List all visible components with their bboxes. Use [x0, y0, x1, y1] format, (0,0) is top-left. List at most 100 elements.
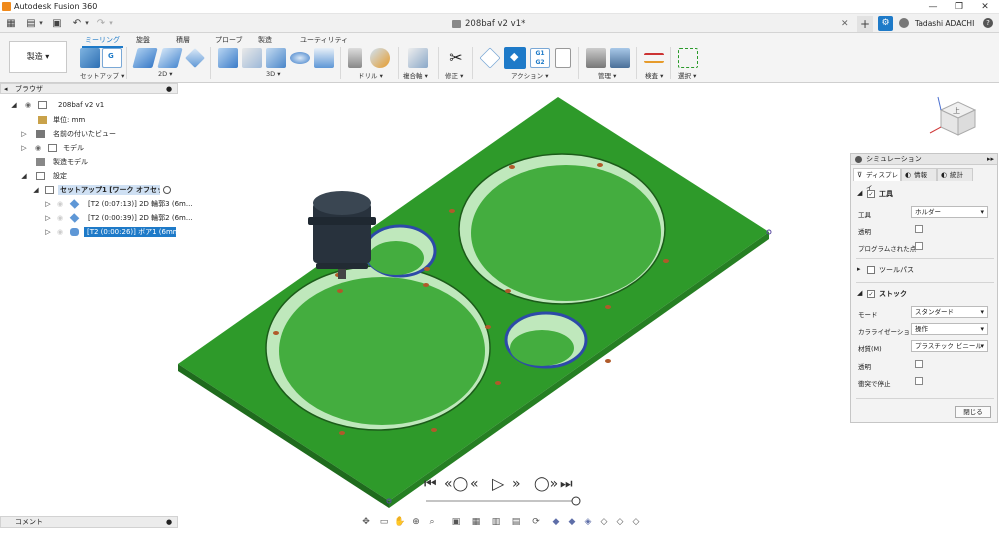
setup-folder-icon[interactable] [80, 48, 100, 68]
workspace-switcher-button[interactable]: 製造 ▾ [9, 41, 67, 73]
file-menu-chevron-icon[interactable]: ▾ [34, 17, 48, 30]
simulate-icon[interactable]: ◆ [504, 47, 526, 69]
pan-hand-icon[interactable]: ✋ [394, 516, 406, 528]
wireframe-cube-icon[interactable]: ◇ [598, 516, 610, 528]
tab-manufacture[interactable]: 製造 [258, 35, 272, 45]
programmed-points-checkbox[interactable] [915, 242, 923, 250]
restore-button[interactable]: ❐ [946, 0, 972, 14]
look-at-icon[interactable]: ▭ [378, 516, 390, 528]
expand-triangle-icon[interactable]: ▷ [44, 226, 52, 238]
drill-group-label[interactable]: ドリル ▾ [358, 70, 383, 80]
minimize-button[interactable]: — [920, 0, 946, 14]
close-window-button[interactable]: ✕ [972, 0, 998, 14]
comment-pin-icon[interactable]: ● [166, 517, 172, 528]
select-group-label[interactable]: 選択 ▾ [678, 70, 696, 80]
drill-icon[interactable] [348, 48, 362, 68]
tool-display-select[interactable]: ホルダー [911, 206, 988, 218]
section-cube-icon[interactable]: ◇ [614, 516, 626, 528]
document-tab[interactable]: 208baf v2 v1* [446, 16, 556, 32]
manage-group-label[interactable]: 管理 ▾ [598, 70, 616, 80]
tab-info[interactable]: ◐ 情報 [901, 168, 937, 181]
visibility-eye-icon[interactable]: ◉ [24, 99, 32, 111]
go-to-end-button[interactable]: ⏭ [560, 476, 573, 492]
step-back-button[interactable]: « [470, 476, 479, 492]
generate-icon[interactable] [479, 47, 501, 69]
tree-row-operation-bore1[interactable]: ▷ ◉ [T2 (0:00:26)] ボア1 (6mm Fl... [0, 226, 178, 238]
actions-group-label[interactable]: アクション ▾ [511, 70, 549, 80]
tab-probe[interactable]: プローブ [215, 35, 243, 45]
viewports-icon[interactable]: ▥ [490, 516, 502, 528]
tab-turning[interactable]: 旋盤 [136, 35, 150, 45]
save-icon[interactable]: ▣ [50, 17, 64, 30]
cube-outline-icon[interactable]: ◇ [630, 516, 642, 528]
visibility-eye-icon[interactable]: ◉ [56, 212, 64, 224]
grid-settings-icon[interactable]: ▦ [470, 516, 482, 528]
multi-axis-group-label[interactable]: 複合軸 ▾ [403, 70, 428, 80]
extensions-icon[interactable]: ⚙ [878, 16, 893, 31]
hidden-edges-cube-icon[interactable]: ◈ [582, 516, 594, 528]
nc-program-icon[interactable]: G [102, 48, 122, 68]
tab-display[interactable]: ⊽ ディスプレイ [853, 168, 901, 192]
tab-statistics[interactable]: ◐ 統計 [937, 168, 973, 181]
modify-group-label[interactable]: 修正 ▾ [445, 70, 463, 80]
toolpath-section-expand-icon[interactable]: ▸ [857, 265, 861, 273]
face-icon[interactable] [185, 48, 205, 68]
3d-radial-icon[interactable] [290, 52, 310, 64]
expand-triangle-icon[interactable]: ▷ [44, 212, 52, 224]
display-settings-icon[interactable]: ▣ [450, 516, 462, 528]
view-cube[interactable] [929, 96, 977, 136]
hole-recognition-icon[interactable] [370, 48, 390, 68]
tree-row-setups[interactable]: ◢ 設定 [0, 170, 178, 182]
close-document-tab-button[interactable]: ✕ [841, 16, 849, 32]
measure-icon[interactable] [644, 53, 664, 63]
3d-steep-shallow-icon[interactable] [266, 48, 286, 68]
go-to-start-button[interactable]: ⏮ [424, 476, 437, 492]
visibility-eye-icon[interactable]: ◉ [56, 198, 64, 210]
expand-triangle-icon[interactable]: ▷ [20, 142, 28, 154]
playback-timeline-handle[interactable] [571, 496, 581, 506]
fit-zoom-icon[interactable]: ⌕ [426, 516, 438, 528]
inspect-group-label[interactable]: 検査 ▾ [645, 70, 663, 80]
select-window-icon[interactable] [678, 48, 698, 68]
job-status-icon[interactable] [899, 18, 909, 28]
expand-triangle-icon[interactable]: ◢ [10, 99, 18, 111]
colorization-select[interactable]: 操作 [911, 323, 988, 335]
3d-pocket-icon[interactable] [242, 48, 262, 68]
2d-group-label[interactable]: 2D ▾ [158, 70, 172, 78]
user-account-name[interactable]: Tadashi ADACHI [915, 16, 974, 32]
setup-sheet-icon[interactable] [555, 48, 571, 68]
tab-utilities[interactable]: ユーティリティ [300, 35, 348, 45]
expand-triangle-icon[interactable]: ◢ [32, 184, 40, 196]
stock-transparent-checkbox[interactable] [915, 360, 923, 368]
multi-axis-icon[interactable] [408, 48, 428, 68]
tab-additive[interactable]: 積層 [176, 35, 190, 45]
mode-select[interactable]: スタンダード [911, 306, 988, 318]
activate-setup-icon[interactable] [163, 186, 171, 194]
collapse-browser-icon[interactable]: ◂ [4, 84, 8, 94]
step-back-op-button[interactable]: «◯ [444, 476, 468, 492]
2d-pocket-icon[interactable] [157, 48, 183, 68]
3d-contour-icon[interactable] [314, 48, 334, 68]
comment-bar[interactable]: コメント ● [0, 516, 178, 528]
shaded-edges-cube-icon[interactable]: ◆ [566, 516, 578, 528]
tool-section-checkbox[interactable]: ✓ [867, 190, 875, 198]
tree-row-manufacturing-model[interactable]: 製造モデル [0, 156, 178, 168]
visibility-eye-icon[interactable]: ◉ [34, 142, 42, 154]
undo-chevron-icon[interactable]: ▾ [80, 17, 94, 30]
post-process-icon[interactable]: G1 G2 [530, 48, 550, 68]
new-tab-button[interactable]: + [857, 16, 873, 32]
panel-expand-icon[interactable]: ▸▸ [987, 154, 994, 165]
refresh-icon[interactable]: ⟳ [530, 516, 542, 528]
tree-row-named-views[interactable]: ▷ 名前の付いたビュー [0, 128, 178, 140]
close-simulation-button[interactable]: 閉じる [955, 406, 991, 418]
data-panel-grid-icon[interactable]: ▦ [4, 17, 18, 30]
2d-adaptive-icon[interactable] [132, 48, 158, 68]
zoom-icon[interactable]: ⊕ [410, 516, 422, 528]
expand-triangle-icon[interactable]: ▷ [20, 128, 28, 140]
setup-group-label[interactable]: セットアップ ▾ [80, 70, 124, 80]
stop-on-collision-checkbox[interactable] [915, 377, 923, 385]
step-forward-op-button[interactable]: ◯» [534, 476, 558, 492]
redo-chevron-icon[interactable]: ▾ [104, 17, 118, 30]
tree-row-setup1[interactable]: ◢ セットアップ1 [ワーク オフセット - ... [0, 184, 178, 196]
tool-transparent-checkbox[interactable] [915, 225, 923, 233]
